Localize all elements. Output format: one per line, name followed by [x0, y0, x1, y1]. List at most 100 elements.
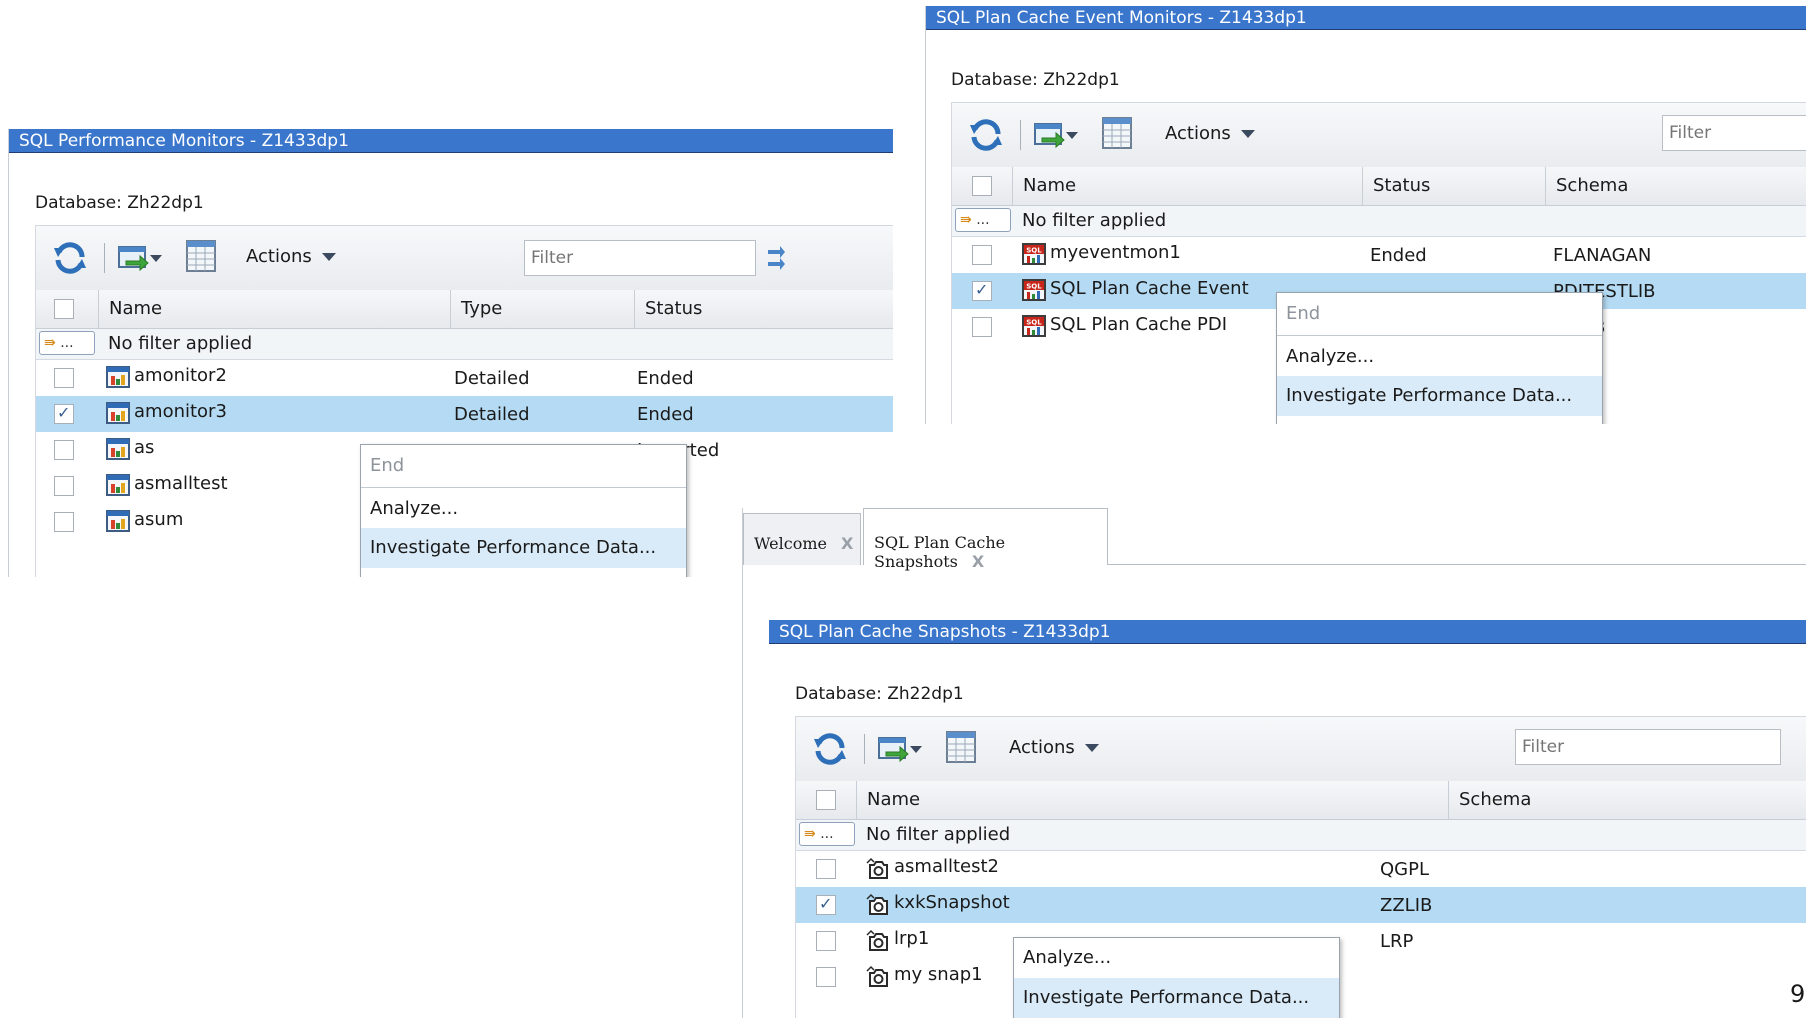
- table-row[interactable]: amonitor3 Detailed Ended: [36, 396, 893, 432]
- column-header-name[interactable]: Name: [856, 781, 1448, 819]
- table-header: Name Schema: [796, 781, 1806, 820]
- select-all-checkbox[interactable]: [54, 299, 74, 319]
- menu-separator: [361, 487, 686, 488]
- actions-menu-button[interactable]: Actions: [1009, 737, 1099, 758]
- select-all-checkbox[interactable]: [972, 176, 992, 196]
- monitor-table-icon: [106, 366, 132, 394]
- row-checkbox[interactable]: [816, 894, 836, 915]
- filter-input[interactable]: [1515, 729, 1781, 765]
- menu-separator: [1277, 335, 1602, 336]
- cell-status: Ended: [1370, 245, 1427, 266]
- database-label: Database: Zh22dp1: [35, 193, 204, 213]
- column-header-schema[interactable]: Schema: [1448, 781, 1806, 819]
- table-row[interactable]: amonitor2 Detailed Ended: [36, 360, 893, 396]
- import-monitor-icon[interactable]: [1034, 121, 1068, 149]
- cell-schema: LRP: [1380, 931, 1414, 952]
- row-checkbox[interactable]: [54, 440, 74, 460]
- filter-arrow-icon: ⇛: [804, 826, 816, 842]
- context-menu: End Analyze... Investigate Performance D…: [360, 444, 687, 577]
- table-row[interactable]: asmalltest2 QGPL: [796, 851, 1806, 887]
- tab-sql-plan-cache-snapshots[interactable]: SQL Plan Cache Snapshots X: [863, 508, 1108, 571]
- filter-button[interactable]: ⇛ ...: [799, 822, 855, 846]
- cell-status: Ended: [637, 404, 694, 425]
- menu-item-end[interactable]: End: [361, 445, 686, 487]
- filter-row: ⇛ ... No filter applied: [952, 206, 1806, 237]
- row-checkbox[interactable]: [972, 245, 992, 265]
- monitor-table-icon[interactable]: [1102, 117, 1134, 151]
- row-checkbox[interactable]: [972, 280, 992, 301]
- close-icon[interactable]: X: [841, 534, 853, 553]
- svg-text:SQL: SQL: [1026, 283, 1042, 291]
- menu-item-investigate[interactable]: Investigate Performance Data...: [1277, 376, 1602, 416]
- menu-item-analyze[interactable]: Analyze...: [1277, 338, 1602, 376]
- row-checkbox[interactable]: [816, 967, 836, 987]
- row-checkbox[interactable]: [816, 859, 836, 879]
- row-checkbox[interactable]: [54, 403, 74, 424]
- close-icon[interactable]: X: [972, 552, 984, 571]
- cell-name: my snap1: [894, 964, 983, 985]
- event-monitors-title: SQL Plan Cache Event Monitors - Z1433dp1: [926, 6, 1806, 30]
- column-header-schema[interactable]: Schema: [1545, 167, 1806, 205]
- table-header: Name Type Status: [36, 290, 893, 329]
- filter-button[interactable]: ⇛ ...: [955, 208, 1011, 232]
- actions-menu-button[interactable]: Actions: [246, 246, 336, 267]
- page-number: 9: [1790, 980, 1806, 1008]
- monitor-table-icon[interactable]: [186, 240, 218, 274]
- menu-item-analyze[interactable]: Analyze...: [1014, 938, 1339, 978]
- monitor-table-icon: [106, 402, 132, 430]
- chevron-down-icon[interactable]: [150, 255, 162, 262]
- refresh-icon[interactable]: [52, 240, 88, 276]
- column-header-status[interactable]: Status: [634, 290, 893, 328]
- import-monitor-icon[interactable]: [118, 244, 152, 272]
- cell-status: Ended: [637, 368, 694, 389]
- monitor-table-icon: [106, 438, 132, 466]
- table-header: Name Status Schema: [952, 167, 1806, 206]
- menu-item-analyze[interactable]: Analyze...: [361, 490, 686, 528]
- row-checkbox[interactable]: [54, 368, 74, 388]
- filter-button-label: ...: [976, 212, 990, 228]
- cell-name: kxkSnapshot: [894, 892, 1010, 913]
- cell-name: myeventmon1: [1050, 242, 1181, 263]
- cell-name: asmalltest: [134, 473, 228, 494]
- chevron-down-icon: [1084, 744, 1099, 752]
- snapshots-panel: SQL Plan Cache Snapshots - Z1433dp1 Data…: [769, 620, 1806, 1018]
- filter-options-icon[interactable]: [766, 242, 786, 274]
- row-checkbox[interactable]: [54, 512, 74, 532]
- snapshot-camera-icon: [866, 893, 890, 921]
- filter-button[interactable]: ⇛ ...: [39, 331, 95, 355]
- menu-item-investigate[interactable]: Investigate Performance Data...: [361, 528, 686, 568]
- filter-input[interactable]: [524, 240, 756, 276]
- table-row[interactable]: kxkSnapshot ZZLIB: [796, 887, 1806, 923]
- column-header-name[interactable]: Name: [1012, 167, 1362, 205]
- cell-name: SQL Plan Cache Event: [1050, 278, 1249, 299]
- tab-welcome[interactable]: Welcome X: [743, 513, 861, 565]
- table-row[interactable]: SQL myeventmon1 Ended FLANAGAN: [952, 237, 1806, 273]
- column-header-status[interactable]: Status: [1362, 167, 1545, 205]
- row-checkbox[interactable]: [972, 317, 992, 337]
- filter-button-label: ...: [60, 335, 74, 351]
- actions-label: Actions: [1009, 737, 1075, 758]
- svg-text:SQL: SQL: [1026, 247, 1042, 255]
- actions-menu-button[interactable]: Actions: [1165, 123, 1255, 144]
- column-header-type[interactable]: Type: [450, 290, 634, 328]
- chevron-down-icon: [1240, 130, 1255, 138]
- filter-status-text: No filter applied: [866, 824, 1011, 845]
- row-checkbox[interactable]: [816, 931, 836, 951]
- import-snapshot-icon[interactable]: [878, 735, 912, 763]
- cell-name: amonitor2: [134, 365, 227, 386]
- menu-item-investigate[interactable]: Investigate Performance Data...: [1014, 978, 1339, 1018]
- menu-item-end[interactable]: End: [1277, 293, 1602, 335]
- database-label: Database: Zh22dp1: [795, 684, 964, 704]
- refresh-icon[interactable]: [968, 117, 1004, 153]
- monitor-table-icon[interactable]: [946, 731, 978, 765]
- chevron-down-icon[interactable]: [1066, 132, 1078, 139]
- column-header-name[interactable]: Name: [98, 290, 450, 328]
- row-checkbox[interactable]: [54, 476, 74, 496]
- chevron-down-icon[interactable]: [910, 746, 922, 753]
- select-all-checkbox[interactable]: [816, 790, 836, 810]
- tab-bar-line: [1108, 564, 1806, 565]
- refresh-icon[interactable]: [812, 731, 848, 767]
- cell-name: SQL Plan Cache PDI: [1050, 314, 1228, 335]
- toolbar: Actions: [796, 717, 1806, 782]
- filter-input[interactable]: [1662, 115, 1806, 151]
